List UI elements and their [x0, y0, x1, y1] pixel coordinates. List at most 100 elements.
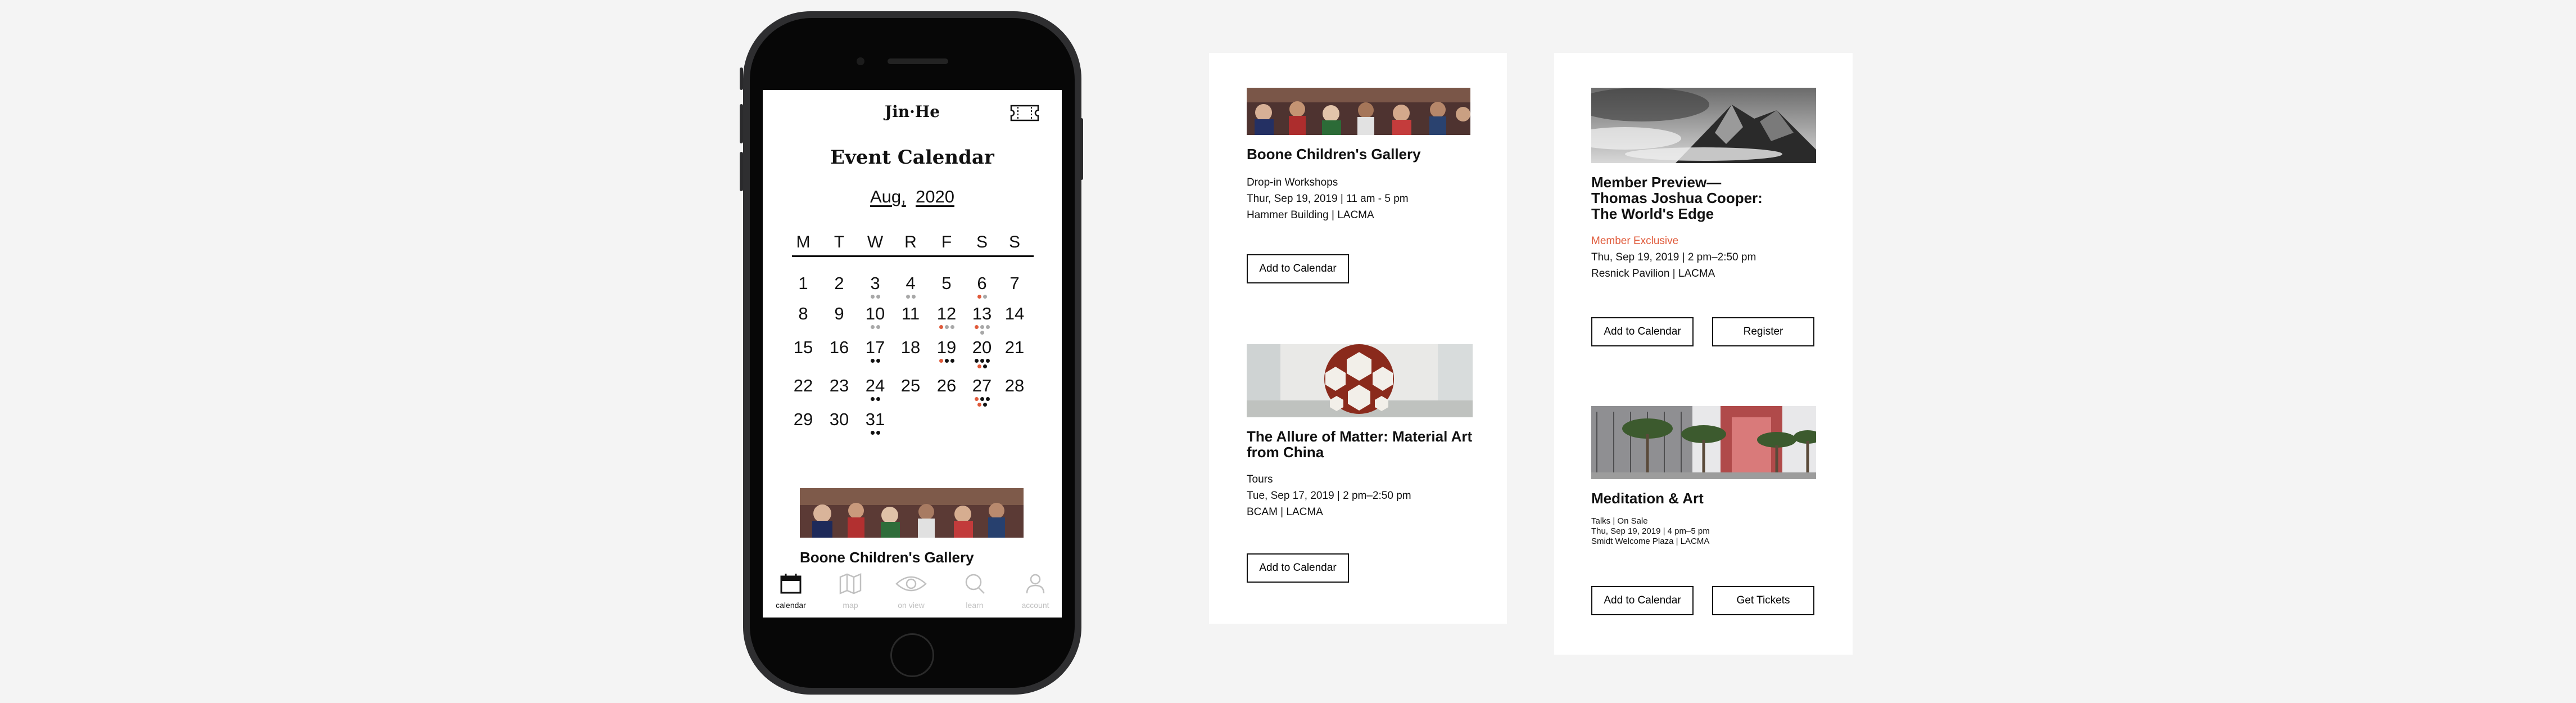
weekday-label: S: [976, 233, 988, 251]
event-image[interactable]: [1591, 88, 1816, 163]
add-to-calendar-button[interactable]: Add to Calendar: [1591, 586, 1694, 615]
add-to-calendar-button[interactable]: Add to Calendar: [1247, 254, 1349, 283]
event-dot: [980, 325, 984, 329]
page-title: Event Calendar: [830, 146, 994, 169]
event-image[interactable]: [1591, 406, 1816, 479]
event-dot: [911, 295, 916, 299]
calendar-day[interactable]: 17: [864, 337, 886, 358]
calendar-day[interactable]: 3: [864, 273, 886, 294]
calendar-day[interactable]: 27: [971, 376, 993, 396]
calendar-day[interactable]: 19: [935, 337, 958, 358]
calendar-day[interactable]: 14: [1003, 304, 1026, 324]
event-indicator-dots: [938, 359, 955, 363]
calendar-day[interactable]: 12: [935, 304, 958, 324]
calendar-day[interactable]: 18: [899, 337, 922, 358]
calendar-day[interactable]: 2: [828, 273, 850, 294]
calendar-day[interactable]: 10: [864, 304, 886, 324]
calendar-day[interactable]: 30: [828, 409, 850, 430]
event-dot: [870, 295, 875, 299]
weekday-header: M T W R F S S: [792, 233, 1034, 257]
tab-bar: calendar map on view learn account: [763, 568, 1062, 618]
event-title[interactable]: Boone Children's Gallery: [1247, 146, 1483, 162]
month-picker[interactable]: Aug,: [870, 187, 906, 206]
event-meta: Tours Tue, Sep 17, 2019 | 2 pm–2:50 pm B…: [1247, 471, 1411, 520]
calendar-day[interactable]: 16: [828, 337, 850, 358]
event-dot: [985, 359, 990, 363]
calendar-day[interactable]: 21: [1003, 337, 1026, 358]
calendar-day[interactable]: 5: [935, 273, 958, 294]
add-to-calendar-button[interactable]: Add to Calendar: [1247, 553, 1349, 583]
ticket-icon[interactable]: [1010, 105, 1039, 121]
event-category: Drop-in Workshops: [1247, 177, 1338, 188]
event-title[interactable]: Member Preview— Thomas Joshua Cooper: Th…: [1591, 174, 1777, 222]
event-image[interactable]: [1247, 88, 1470, 135]
weekday-label: M: [796, 233, 811, 251]
calendar-day[interactable]: 1: [792, 273, 814, 294]
event-thumbnail[interactable]: [800, 488, 1024, 538]
event-dot: [876, 397, 880, 401]
event-meta: Talks | On Sale Thu, Sep 19, 2019 | 4 pm…: [1591, 516, 1710, 547]
calendar-day[interactable]: 4: [899, 273, 922, 294]
event-dot: [944, 359, 949, 363]
calendar-day[interactable]: 9: [828, 304, 850, 324]
event-date: Tue, Sep 17, 2019 | 2 pm–2:50 pm: [1247, 490, 1411, 502]
event-date: Thu, Sep 19, 2019 | 2 pm–2:50 pm: [1591, 251, 1756, 263]
calendar-day[interactable]: 29: [792, 409, 814, 430]
event-meta: Member Exclusive Thu, Sep 19, 2019 | 2 p…: [1591, 233, 1756, 282]
event-indicator-dots: [902, 295, 919, 299]
calendar-day[interactable]: 8: [792, 304, 814, 324]
year-picker[interactable]: 2020: [916, 187, 954, 206]
register-button[interactable]: Register: [1712, 317, 1814, 346]
event-date: Thur, Sep 19, 2019 | 11 am - 5 pm: [1247, 193, 1409, 205]
map-icon: [839, 573, 862, 594]
calendar-day[interactable]: 26: [935, 376, 958, 396]
event-dot: [974, 359, 979, 363]
mute-switch: [740, 67, 743, 90]
calendar-day[interactable]: 15: [792, 337, 814, 358]
event-dot: [983, 364, 987, 368]
tab-calendar[interactable]: calendar: [768, 568, 813, 618]
calendar-day[interactable]: 31: [864, 409, 886, 430]
calendar-day[interactable]: 28: [1003, 376, 1026, 396]
calendar-day[interactable]: 7: [1003, 273, 1026, 294]
calendar-day[interactable]: 11: [899, 304, 922, 324]
calendar-day[interactable]: 23: [828, 376, 850, 396]
event-location: Smidt Welcome Plaza | LACMA: [1591, 537, 1710, 546]
event-image[interactable]: [1247, 344, 1473, 417]
weekday-label: W: [867, 233, 884, 251]
calendar-day[interactable]: 25: [899, 376, 922, 396]
tab-label: account: [1021, 601, 1049, 610]
event-dot: [939, 359, 943, 363]
power-button: [1080, 118, 1083, 180]
tab-map[interactable]: map: [828, 568, 873, 618]
event-location: Hammer Building | LACMA: [1247, 209, 1374, 221]
add-to-calendar-button[interactable]: Add to Calendar: [1591, 317, 1694, 346]
tab-learn[interactable]: learn: [952, 568, 997, 618]
tab-account[interactable]: account: [1013, 568, 1058, 618]
event-indicator-dots: [974, 359, 990, 368]
calendar-day[interactable]: 24: [864, 376, 886, 396]
event-indicator-dots: [867, 431, 884, 435]
month-selector: Aug, 2020: [763, 187, 1062, 207]
event-indicator-dots: [974, 397, 990, 407]
event-title[interactable]: Boone Children's Gallery: [800, 549, 974, 566]
app-screen: Jin·He Event Calendar Aug, 2020 M T W R …: [763, 90, 1062, 618]
event-title[interactable]: Meditation & Art: [1591, 490, 1816, 506]
event-indicator-dots: [974, 325, 990, 335]
event-dot: [876, 359, 880, 363]
event-title[interactable]: The Allure of Matter: Material Art from …: [1247, 429, 1483, 460]
event-dot: [876, 325, 880, 329]
event-date: Thu, Sep 19, 2019 | 4 pm–5 pm: [1591, 526, 1710, 536]
calendar-day[interactable]: 22: [792, 376, 814, 396]
calendar-day[interactable]: 6: [971, 273, 993, 294]
home-button[interactable]: [890, 633, 934, 677]
eye-icon: [895, 576, 927, 592]
calendar-day[interactable]: 13: [971, 304, 993, 324]
volume-down-button: [740, 152, 743, 191]
event-dot: [870, 359, 875, 363]
calendar-day[interactable]: 20: [971, 337, 993, 358]
tab-on-view[interactable]: on view: [889, 568, 934, 618]
get-tickets-button[interactable]: Get Tickets: [1712, 586, 1814, 615]
events-panel-2: Member Preview— Thomas Joshua Cooper: Th…: [1554, 53, 1853, 655]
event-location: Resnick Pavilion | LACMA: [1591, 268, 1715, 280]
